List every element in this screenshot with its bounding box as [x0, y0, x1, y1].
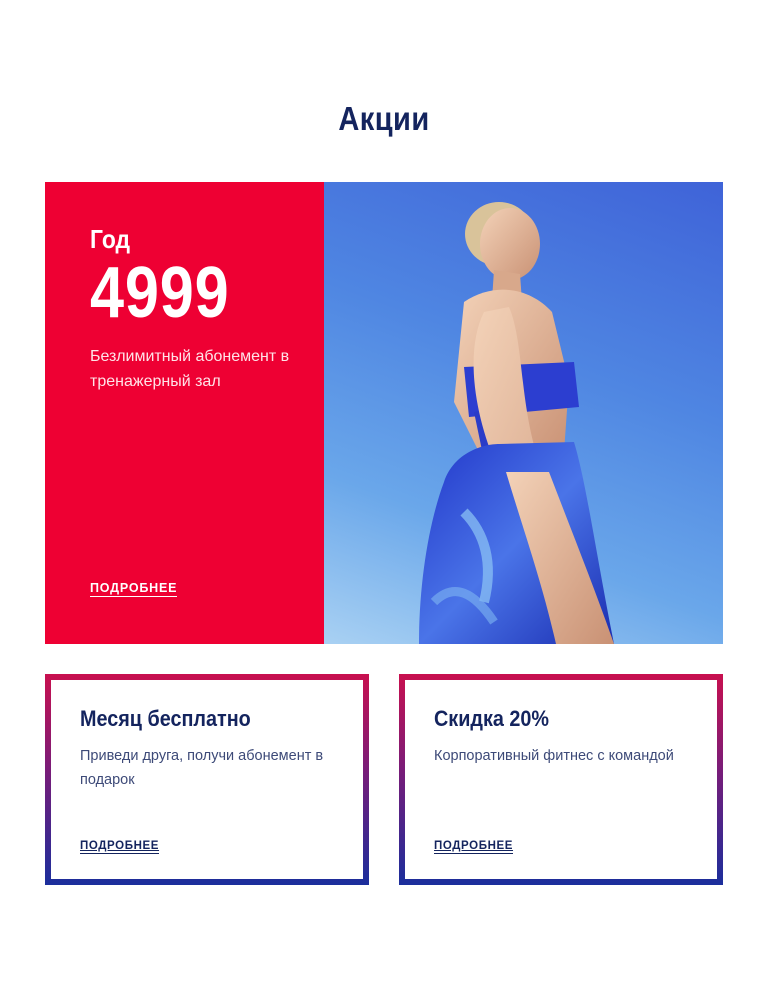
promo-card-more-link[interactable]: ПОДРОБНЕЕ — [434, 840, 514, 854]
hero-promo: Год 4999 Безлимитный абонемент в тренаже… — [45, 182, 723, 644]
promo-card-title: Скидка 20% — [434, 706, 550, 731]
hero-promo-panel: Год 4999 Безлимитный абонемент в тренаже… — [45, 182, 324, 644]
athlete-photo — [324, 182, 723, 644]
hero-more-link[interactable]: ПОДРОБНЕЕ — [90, 581, 178, 597]
promo-card-body: Месяц бесплатно Приведи друга, получи аб… — [51, 680, 363, 879]
promo-card-free-month: Месяц бесплатно Приведи друга, получи аб… — [45, 674, 369, 885]
hero-price: 4999 — [90, 253, 230, 333]
hero-description: Безлимитный абонемент в тренажерный зал — [90, 348, 290, 390]
promo-card-title: Месяц бесплатно — [80, 706, 251, 731]
promo-card-description: Приведи друга, получи абонемент в подаро… — [80, 748, 324, 788]
athlete-illustration — [419, 202, 614, 644]
section-title: Акции — [338, 100, 430, 137]
promo-card-discount: Скидка 20% Корпоративный фитнес с команд… — [399, 674, 723, 885]
hero-period: Год — [90, 224, 131, 254]
promo-card-body: Скидка 20% Корпоративный фитнес с команд… — [405, 680, 717, 879]
promo-card-description: Корпоративный фитнес с командой — [434, 748, 674, 764]
promo-card-more-link[interactable]: ПОДРОБНЕЕ — [80, 840, 160, 854]
